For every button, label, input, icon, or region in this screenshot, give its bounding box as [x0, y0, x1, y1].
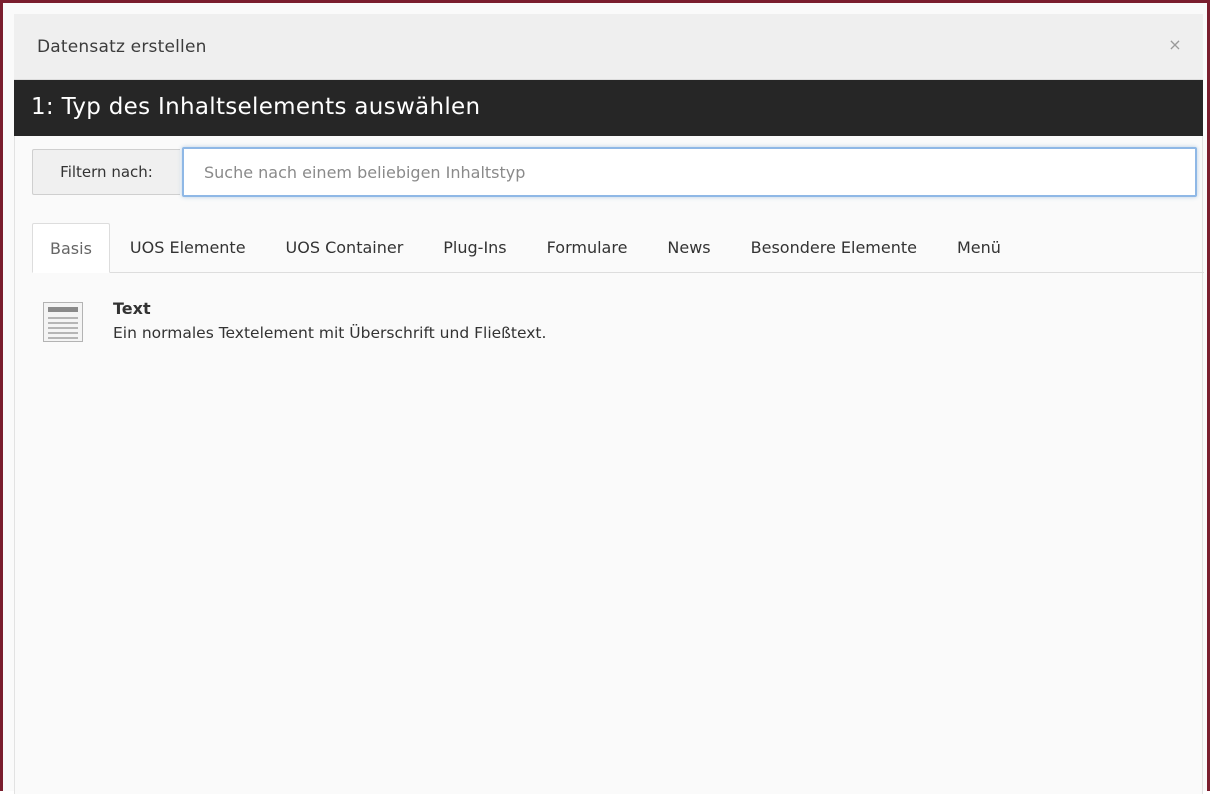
tab-basis[interactable]: Basis: [32, 223, 110, 273]
dialog-title-bar: Datensatz erstellen ×: [14, 14, 1203, 80]
tab-besondere-elemente[interactable]: Besondere Elemente: [731, 223, 937, 272]
close-icon[interactable]: ×: [1165, 35, 1185, 55]
tab-news[interactable]: News: [647, 223, 730, 272]
content-type-tabs: Basis UOS Elemente UOS Container Plug-In…: [32, 223, 1204, 273]
dialog-body: Filtern nach: Basis UOS Elemente UOS Con…: [14, 136, 1204, 794]
filter-label: Filtern nach:: [32, 149, 180, 195]
tab-panel-basis: Text Ein normales Textelement mit Übersc…: [32, 274, 1204, 794]
filter-input[interactable]: [182, 147, 1197, 197]
tab-formulare[interactable]: Formulare: [527, 223, 648, 272]
step-header: 1: Typ des Inhaltselements auswählen: [14, 80, 1203, 136]
item-title[interactable]: Text: [113, 299, 151, 318]
item-description: Ein normales Textelement mit Überschrift…: [113, 324, 547, 342]
tab-plug-ins[interactable]: Plug-Ins: [423, 223, 526, 272]
dialog-title: Datensatz erstellen: [37, 37, 207, 57]
tab-uos-container[interactable]: UOS Container: [266, 223, 424, 272]
text-content-icon[interactable]: [43, 302, 83, 342]
step-heading: 1: Typ des Inhaltselements auswählen: [31, 94, 481, 120]
tab-uos-elemente[interactable]: UOS Elemente: [110, 223, 266, 272]
content-type-item-text[interactable]: Text Ein normales Textelement mit Übersc…: [43, 299, 563, 379]
tab-menu[interactable]: Menü: [937, 223, 1021, 272]
dialog-frame: Datensatz erstellen × 1: Typ des Inhalts…: [0, 0, 1210, 794]
